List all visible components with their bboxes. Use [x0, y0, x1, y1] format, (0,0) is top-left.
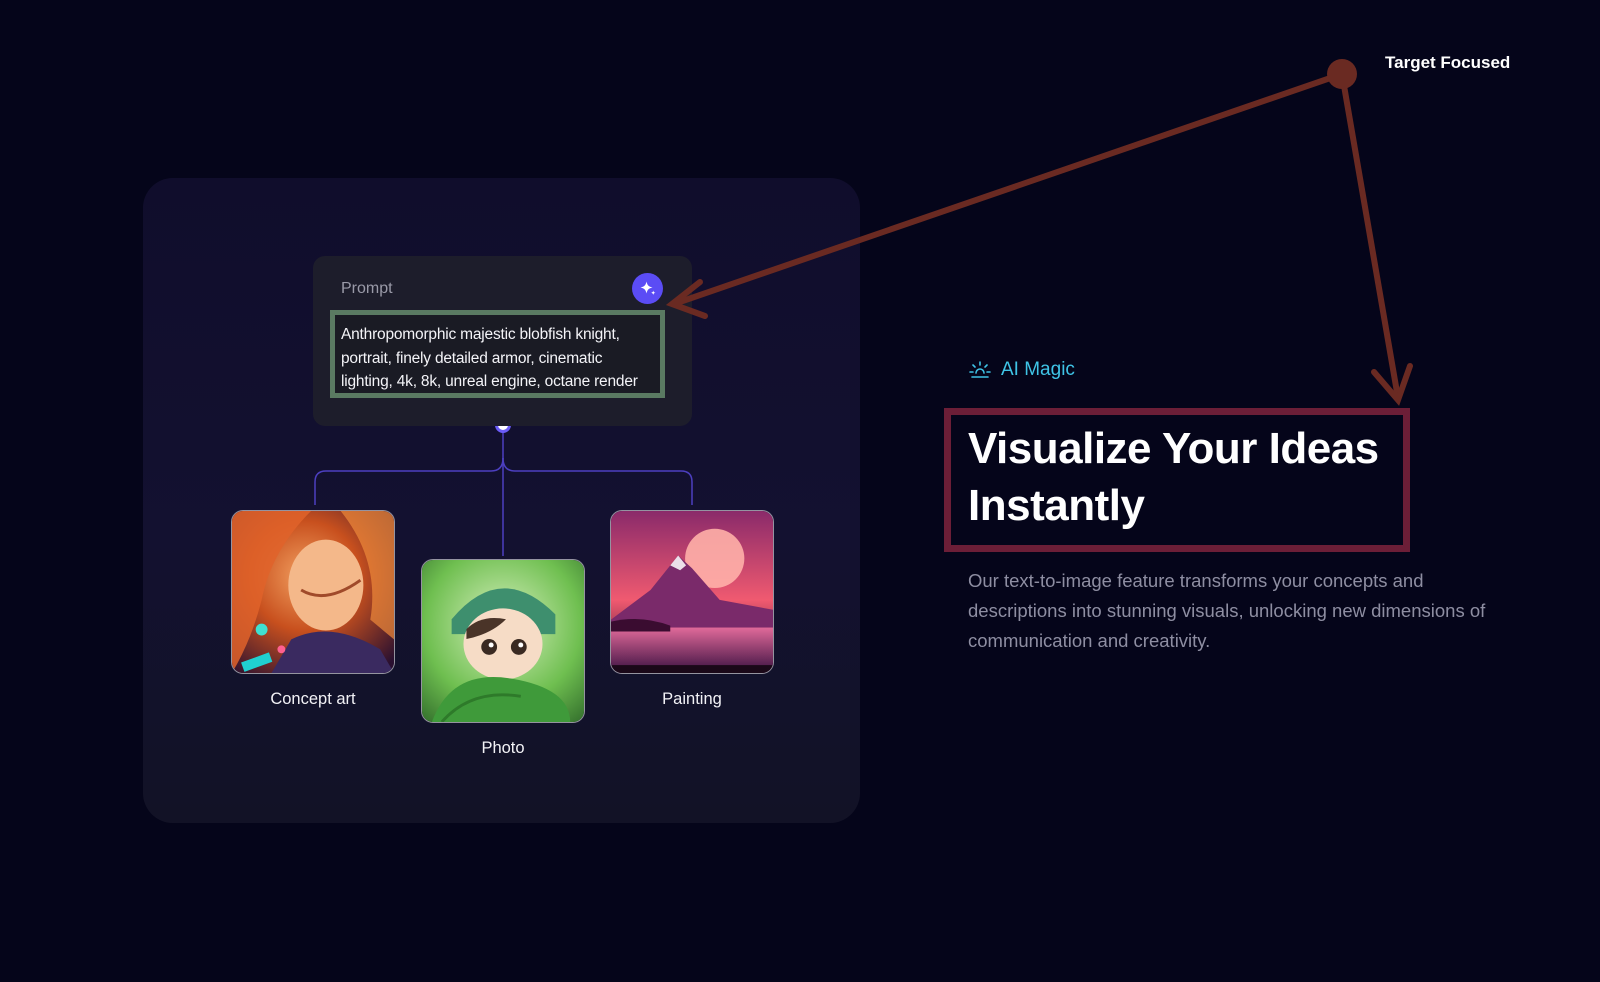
- mountain-sunset-image: [611, 511, 773, 673]
- ai-magic-badge: AI Magic: [969, 359, 1075, 381]
- headline-highlight-box: [944, 408, 1410, 552]
- generate-button[interactable]: [632, 273, 663, 304]
- feature-description: Our text-to-image feature transforms you…: [968, 570, 1486, 651]
- baby-character-image: [422, 560, 584, 722]
- concept-art-thumbnail[interactable]: [231, 510, 395, 674]
- prompt-label: Prompt: [341, 280, 393, 297]
- woman-portrait-image: [232, 511, 394, 673]
- target-focused-label: Target Focused: [1385, 53, 1511, 72]
- concept-art-label: Concept art: [270, 690, 356, 708]
- sparkle-burst-icon: [969, 361, 991, 378]
- annotation-anchor-dot: [1327, 59, 1357, 89]
- prompt-panel: Prompt Anthropomorphic majestic blobfish…: [313, 256, 692, 426]
- photo-thumbnail[interactable]: [421, 559, 585, 723]
- photo-label: Photo: [481, 739, 525, 757]
- prompt-input[interactable]: Anthropomorphic majestic blobfish knight…: [330, 310, 665, 398]
- badge-label: AI Magic: [1001, 359, 1075, 380]
- page: Prompt Anthropomorphic majestic blobfish…: [0, 0, 1600, 982]
- sparkle-icon: [640, 281, 655, 295]
- painting-label: Painting: [662, 690, 722, 708]
- painting-thumbnail[interactable]: [610, 510, 774, 674]
